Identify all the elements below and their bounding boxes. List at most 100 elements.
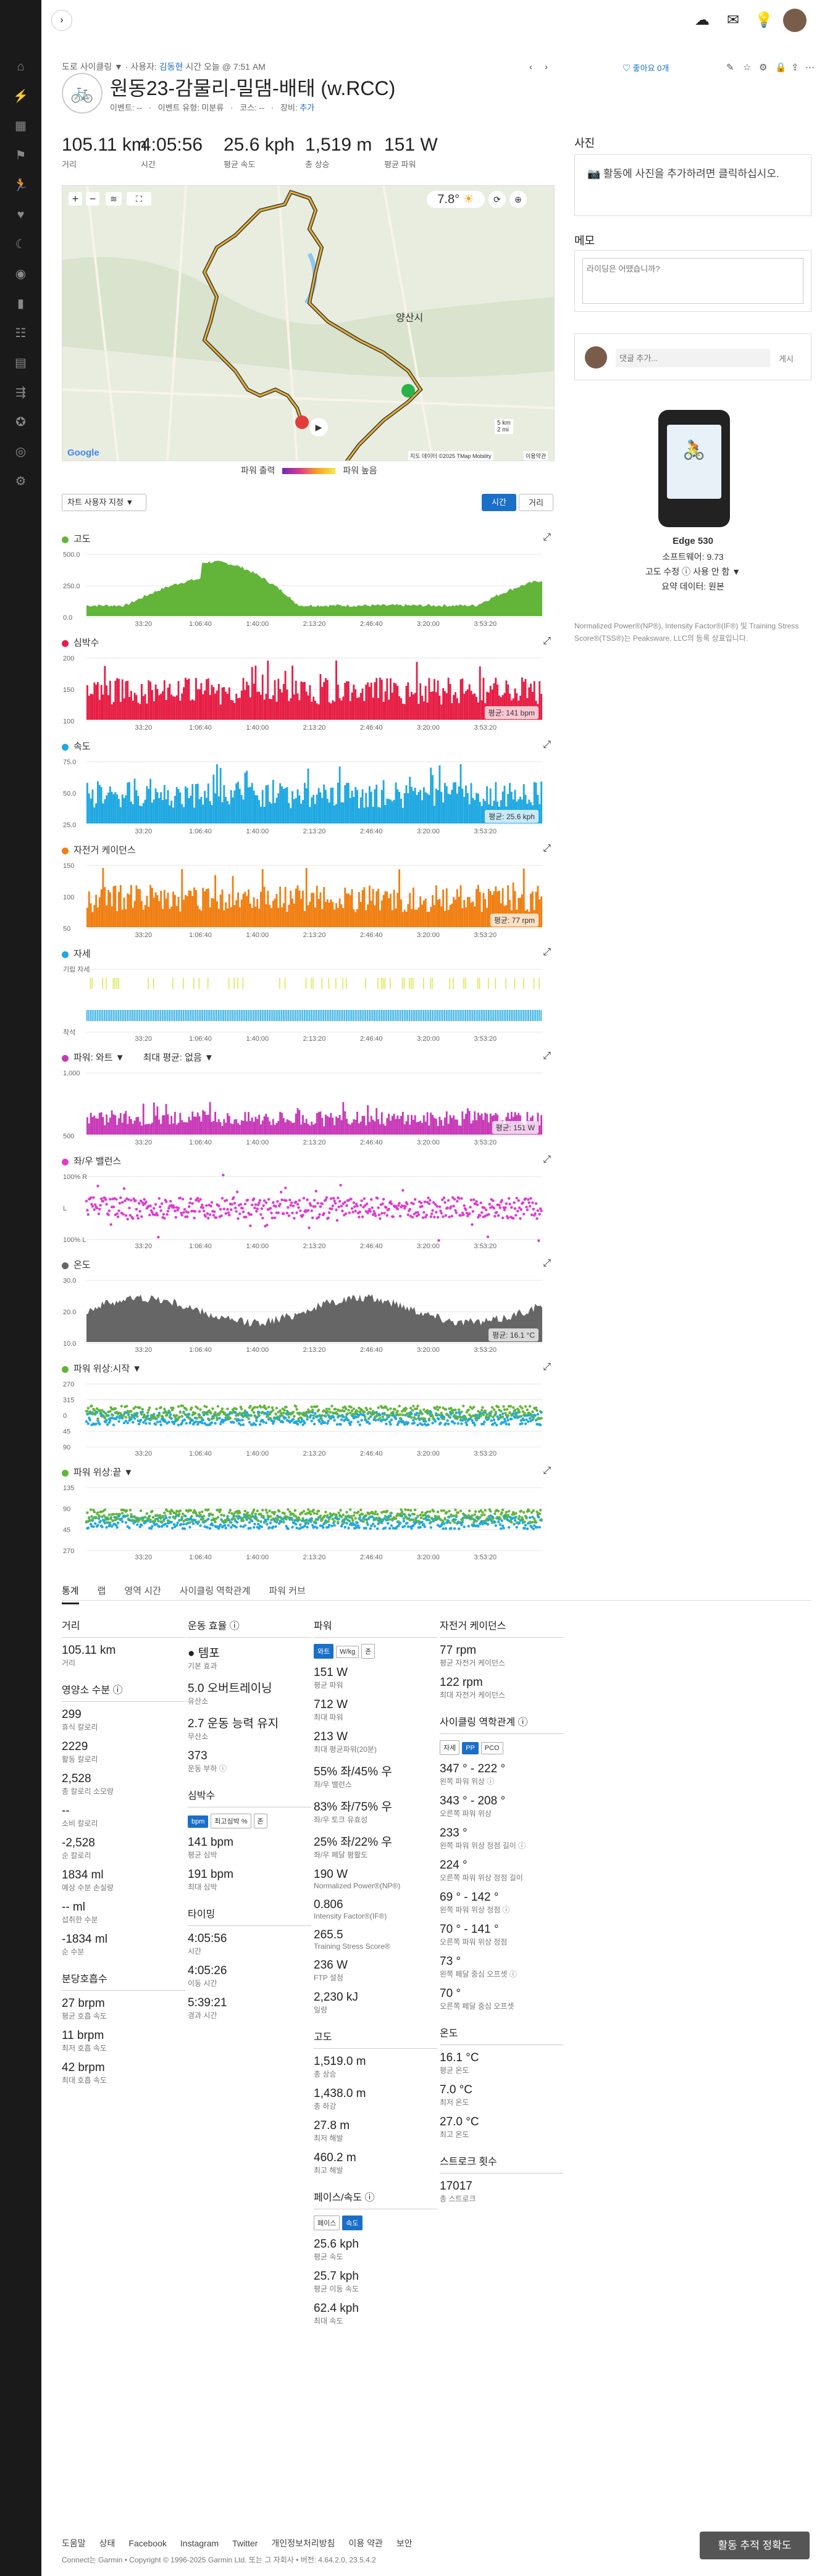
courses-icon[interactable]: ⚑ [10, 146, 31, 166]
workouts-icon[interactable]: ◉ [10, 264, 31, 285]
footer-link[interactable]: 개인정보처리방침 [271, 2538, 335, 2548]
next-activity-icon[interactable]: › [545, 62, 548, 72]
zoom-in-button[interactable]: + [69, 192, 82, 206]
running-icon[interactable]: 🏃 [10, 175, 31, 196]
zoom-out-button[interactable]: − [86, 192, 99, 206]
more-icon[interactable]: ⋯ [805, 62, 815, 73]
tab-item[interactable]: 통계 [62, 1586, 79, 1604]
dyn-unit-pco[interactable]: PCO [480, 1742, 503, 1754]
settings-icon[interactable]: ⚙ [10, 472, 31, 492]
event-type-select[interactable]: 이벤트 유형: 미분류 [158, 103, 224, 112]
play-button[interactable]: ▶ [309, 418, 328, 436]
footer-link[interactable]: Facebook [128, 2538, 166, 2548]
badges-icon[interactable]: ✪ [10, 412, 31, 433]
dyn-unit-left[interactable]: 자세 [440, 1740, 460, 1755]
tab-item[interactable]: 영역 시간 [124, 1586, 161, 1596]
tab-item[interactable]: 랩 [98, 1586, 106, 1596]
pace-toggle[interactable]: 페이스 [314, 2215, 340, 2230]
dyn-unit-pp[interactable]: PP [462, 1742, 479, 1754]
goals-icon[interactable]: ◎ [10, 442, 31, 462]
layers-icon[interactable]: ≋ [106, 192, 122, 206]
stats-icon[interactable]: ▤ [10, 353, 31, 373]
power-unit-zone[interactable]: 존 [361, 1644, 375, 1659]
speed-toggle[interactable]: 속도 [342, 2215, 363, 2230]
tab-item[interactable]: 파워 커브 [269, 1586, 305, 1596]
fullscreen-icon[interactable]: ⛶ [127, 192, 151, 206]
favorite-icon[interactable]: ☆ [743, 62, 751, 73]
upload-icon[interactable]: ☁ [690, 9, 714, 32]
user-link[interactable]: 김동현 [159, 62, 183, 72]
heart-icon[interactable]: ♥ [10, 205, 31, 225]
expand-chart-icon[interactable]: ⤢ [543, 740, 551, 751]
expand-sidebar-icon[interactable]: › [51, 10, 72, 31]
chart-title[interactable]: 속도 [62, 740, 91, 752]
prev-activity-icon[interactable]: ‹ [529, 62, 532, 72]
like-button[interactable]: ♡ 좋아요 0개 [622, 62, 669, 73]
course-select[interactable]: 코스: -- [240, 103, 264, 112]
footer-link[interactable]: 보안 [396, 2538, 413, 2548]
edit-icon[interactable]: ✎ [726, 62, 734, 73]
activity-type[interactable]: 도로 사이클링 ▼ · 사용자: [62, 62, 157, 72]
chart-customize-select[interactable]: 차트 사용자 지정 ▼ [62, 494, 146, 511]
hr-unit-max[interactable]: 최고심박 % [211, 1814, 251, 1828]
power-unit-wkg[interactable]: W/kg [336, 1646, 359, 1658]
footer-link[interactable]: 상태 [99, 2538, 115, 2548]
map-terms-link[interactable]: 이용약관 [524, 451, 548, 461]
home-icon[interactable]: ⌂ [10, 57, 31, 77]
activity-map[interactable]: + − ≋ ⛶ 7.8° ☀ ⟳ ⊕ 양산시 ▶ 5 km 2 mi Google… [62, 185, 555, 461]
chart-title[interactable]: 자세 [62, 947, 91, 960]
expand-chart-icon[interactable]: ⤢ [543, 1362, 551, 1373]
avatar[interactable] [783, 9, 807, 32]
chart-svg[interactable]: 75.050.025.033:20 1:06:40 1:40:00 2:13:20 2:… [62, 756, 555, 837]
chart-extra-select[interactable]: 최대 평균: 없음 ▼ [143, 1052, 214, 1063]
activity-title[interactable]: 원동23-감물리-밀댐-배태 (w.RCC) [110, 73, 395, 101]
tips-icon[interactable]: 💡 [752, 9, 776, 32]
photos-upload-box[interactable]: 📷 활동에 사진을 추가하려면 클릭하십시오. [574, 154, 811, 216]
chart-title[interactable]: 온도 [62, 1258, 91, 1271]
sleep-icon[interactable]: ☾ [10, 235, 31, 255]
hr-unit-bpm[interactable]: bpm [188, 1815, 209, 1828]
expand-chart-icon[interactable]: ⤢ [543, 947, 551, 958]
playback-icon[interactable]: ⟳ [488, 191, 506, 208]
toggle-time[interactable]: 시간 [482, 494, 516, 511]
notes-input[interactable] [582, 258, 803, 304]
chart-title[interactable]: 파워: 와트 ▼ 최대 평균: 없음 ▼ [62, 1051, 214, 1064]
start-marker[interactable] [401, 384, 415, 398]
chart-svg[interactable]: 100% RL100% L33:20 1:06:40 1:40:00 2:13:20 2… [62, 1170, 555, 1252]
expand-chart-icon[interactable]: ⤢ [543, 1465, 551, 1477]
chart-svg[interactable]: 135904527033:20 1:06:40 1:40:00 2:13:20 2:46… [62, 1482, 555, 1563]
map-canvas[interactable] [62, 186, 555, 461]
chart-title[interactable]: 자전거 케이던스 [62, 843, 136, 856]
share-icon[interactable]: ⇪ [791, 62, 799, 73]
chart-title[interactable]: 심박수 [62, 636, 99, 649]
end-marker[interactable] [295, 415, 309, 429]
power-unit-watts[interactable]: 와트 [314, 1644, 334, 1659]
footer-link[interactable]: Twitter [232, 2538, 258, 2548]
toggle-distance[interactable]: 거리 [519, 494, 553, 511]
chart-svg[interactable]: 기립 자세착석33:20 1:06:40 1:40:00 2:13:20 2:46:40… [62, 963, 555, 1044]
settings-icon[interactable]: ⚙ [759, 62, 767, 73]
reports-icon[interactable]: ▮ [10, 294, 31, 314]
chart-svg[interactable]: 2703150459033:20 1:06:40 1:40:00 2:13:20 2:4… [62, 1378, 555, 1459]
chart-svg[interactable]: 30.020.010.033:20 1:06:40 1:40:00 2:13:20 2:… [62, 1274, 555, 1356]
expand-chart-icon[interactable]: ⤢ [543, 1258, 551, 1269]
calendar-icon[interactable]: ▦ [10, 116, 31, 136]
activity-icon[interactable]: ⚡ [10, 86, 31, 107]
tab-item[interactable]: 사이클링 역학관계 [180, 1586, 251, 1596]
chart-svg[interactable]: 500.0250.00.033:20 1:06:40 1:40:00 2:13:20 2… [62, 548, 555, 630]
segments-icon[interactable]: ⇶ [10, 383, 31, 403]
chart-title[interactable]: 파워 위상:시작 ▼ [62, 1362, 141, 1375]
footer-link[interactable]: Instagram [180, 2538, 219, 2548]
privacy-icon[interactable]: 🔒 [775, 62, 787, 73]
inbox-icon[interactable]: ✉ [721, 9, 745, 32]
chart-title[interactable]: 파워 위상:끝 ▼ [62, 1465, 133, 1478]
footer-link[interactable]: 이용 약관 [348, 2538, 382, 2548]
chart-title[interactable]: 좌/우 밸런스 [62, 1154, 121, 1167]
device-elevation[interactable]: 고도 수정 ⓘ 사용 안 함 ▼ [574, 565, 811, 578]
chart-svg[interactable]: 1501005033:20 1:06:40 1:40:00 2:13:20 2:46:4… [62, 859, 555, 941]
expand-chart-icon[interactable]: ⤢ [543, 843, 551, 854]
chart-svg[interactable]: 1,00050033:20 1:06:40 1:40:00 2:13:20 2:46:4… [62, 1067, 555, 1148]
chart-svg[interactable]: 20015010033:20 1:06:40 1:40:00 2:13:20 2:46:… [62, 652, 555, 733]
chart-title[interactable]: 고도 [62, 532, 91, 545]
comment-input[interactable] [616, 349, 770, 367]
